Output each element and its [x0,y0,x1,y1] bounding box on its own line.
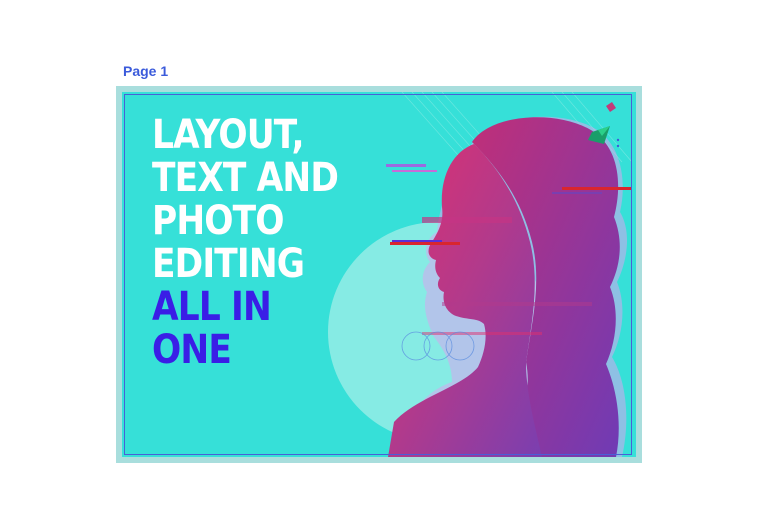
headline-line-4: EDITING [152,241,305,287]
headline-line-6: ONE [152,327,232,373]
headline-line-2: TEXT AND [152,155,339,201]
artboard[interactable]: LAYOUT, TEXT AND PHOTO EDITING ALL IN ON… [122,92,636,457]
headline-line-1: LAYOUT, [152,112,305,158]
headline-line-5: ALL IN [152,284,272,330]
poster-headline[interactable]: LAYOUT, TEXT AND PHOTO EDITING ALL IN ON… [152,112,339,373]
decorative-gems [588,102,620,148]
headline-line-3: PHOTO [152,198,285,244]
design-canvas[interactable]: Page 1 LAYOUT, TEXT AND PHOTO EDITING AL… [0,0,759,523]
page-frame: LAYOUT, TEXT AND PHOTO EDITING ALL IN ON… [116,86,642,463]
page-label[interactable]: Page 1 [123,63,168,79]
